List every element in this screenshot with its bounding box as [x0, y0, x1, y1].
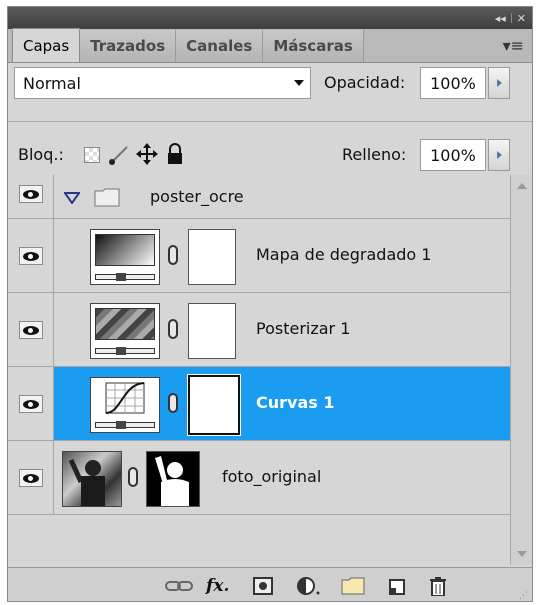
visibility-cell: [8, 219, 54, 292]
lock-all-icon[interactable]: [166, 143, 184, 165]
layer-name: poster_ocre: [150, 187, 244, 206]
tab-mascaras[interactable]: Máscaras: [263, 30, 364, 62]
layer-row[interactable]: Posterizar 1: [8, 293, 512, 367]
tab-trazados[interactable]: Trazados: [80, 30, 177, 62]
blend-mode-value: Normal: [23, 73, 81, 93]
layer-row[interactable]: foto_original: [8, 441, 512, 515]
chain-link-icon[interactable]: [168, 319, 178, 339]
gradient-map-thumbnail: [90, 229, 160, 285]
adjustment-layer-icon[interactable]: [296, 576, 324, 596]
lock-row: Bloq.: Relleno: 100%: [8, 137, 532, 173]
opacity-slider-button[interactable]: [488, 67, 510, 99]
blend-mode-select[interactable]: Normal: [14, 67, 311, 99]
panel-bottom-toolbar: fx. ⋰: [8, 567, 532, 601]
resize-grip-icon[interactable]: ⋰: [519, 591, 528, 601]
divider: [8, 121, 532, 122]
layer-mask-thumbnail[interactable]: [146, 451, 200, 507]
layer-name: Posterizar 1: [256, 319, 351, 338]
visibility-cell: [8, 293, 54, 366]
expand-triangle-icon[interactable]: [64, 192, 80, 204]
lock-pixels-icon[interactable]: [108, 145, 130, 165]
trash-icon[interactable]: [428, 576, 448, 596]
folder-icon: [94, 188, 120, 207]
visibility-cell: [8, 441, 54, 514]
layers-panel: ◂◂ ✕ Capas Trazados Canales Máscaras ▾≡ …: [7, 6, 533, 602]
layer-mask-thumbnail[interactable]: [187, 374, 241, 436]
eye-icon[interactable]: [19, 395, 43, 413]
fill-slider-button[interactable]: [488, 139, 510, 171]
panel-title-bar: ◂◂ ✕: [8, 7, 532, 29]
play-arrow-icon: [496, 79, 502, 87]
layer-row[interactable]: Mapa de degradado 1: [8, 219, 512, 293]
lock-label: Bloq.:: [18, 145, 64, 164]
chain-link-icon[interactable]: [168, 393, 178, 413]
layer-name: foto_original: [222, 467, 322, 486]
play-arrow-icon: [496, 151, 502, 159]
title-separator: [510, 13, 512, 23]
eye-icon[interactable]: [19, 321, 43, 339]
layer-row-selected[interactable]: Curvas 1: [8, 367, 512, 441]
link-layers-icon[interactable]: [164, 576, 194, 596]
lock-position-icon[interactable]: [136, 143, 158, 165]
new-layer-icon[interactable]: [386, 576, 408, 596]
visibility-cell: [8, 175, 54, 218]
new-group-icon[interactable]: [340, 576, 366, 596]
collapse-icon[interactable]: ◂◂: [493, 12, 508, 25]
posterize-thumbnail: [90, 303, 160, 359]
close-icon[interactable]: ✕: [515, 12, 528, 25]
panel-tabs: Capas Trazados Canales Máscaras ▾≡: [8, 28, 532, 63]
fx-icon[interactable]: fx.: [206, 576, 229, 596]
chain-link-icon[interactable]: [128, 467, 138, 487]
visibility-cell: [8, 367, 54, 440]
opacity-input[interactable]: 100%: [420, 67, 486, 99]
curves-thumbnail: [90, 377, 160, 433]
layers-scrollbar[interactable]: [510, 175, 532, 565]
add-mask-icon[interactable]: [252, 576, 274, 596]
chain-link-icon[interactable]: [168, 245, 178, 265]
opacity-label: Opacidad:: [324, 73, 406, 92]
tab-capas[interactable]: Capas: [12, 28, 81, 62]
eye-icon[interactable]: [19, 247, 43, 265]
tab-canales[interactable]: Canales: [176, 30, 264, 62]
blend-row: Normal Opacidad: 100%: [8, 67, 532, 105]
eye-icon[interactable]: [19, 469, 43, 487]
chevron-down-icon: [294, 80, 304, 86]
layer-mask-thumbnail[interactable]: [188, 229, 236, 285]
lock-transparency-icon[interactable]: [84, 147, 100, 163]
layer-name: Mapa de degradado 1: [256, 245, 432, 264]
layers-list: poster_ocre Mapa de degradado 1 Posteriz…: [8, 175, 512, 565]
scroll-up-icon[interactable]: [517, 183, 527, 189]
layer-group-row[interactable]: poster_ocre: [8, 175, 512, 219]
panel-menu-icon[interactable]: ▾≡: [503, 36, 532, 55]
layer-name: Curvas 1: [256, 393, 335, 412]
photo-thumbnail: [62, 451, 122, 507]
fill-label: Relleno:: [342, 145, 407, 164]
fill-input[interactable]: 100%: [420, 139, 486, 171]
eye-icon[interactable]: [19, 185, 43, 203]
layer-mask-thumbnail[interactable]: [188, 303, 236, 359]
scroll-down-icon[interactable]: [517, 551, 527, 557]
